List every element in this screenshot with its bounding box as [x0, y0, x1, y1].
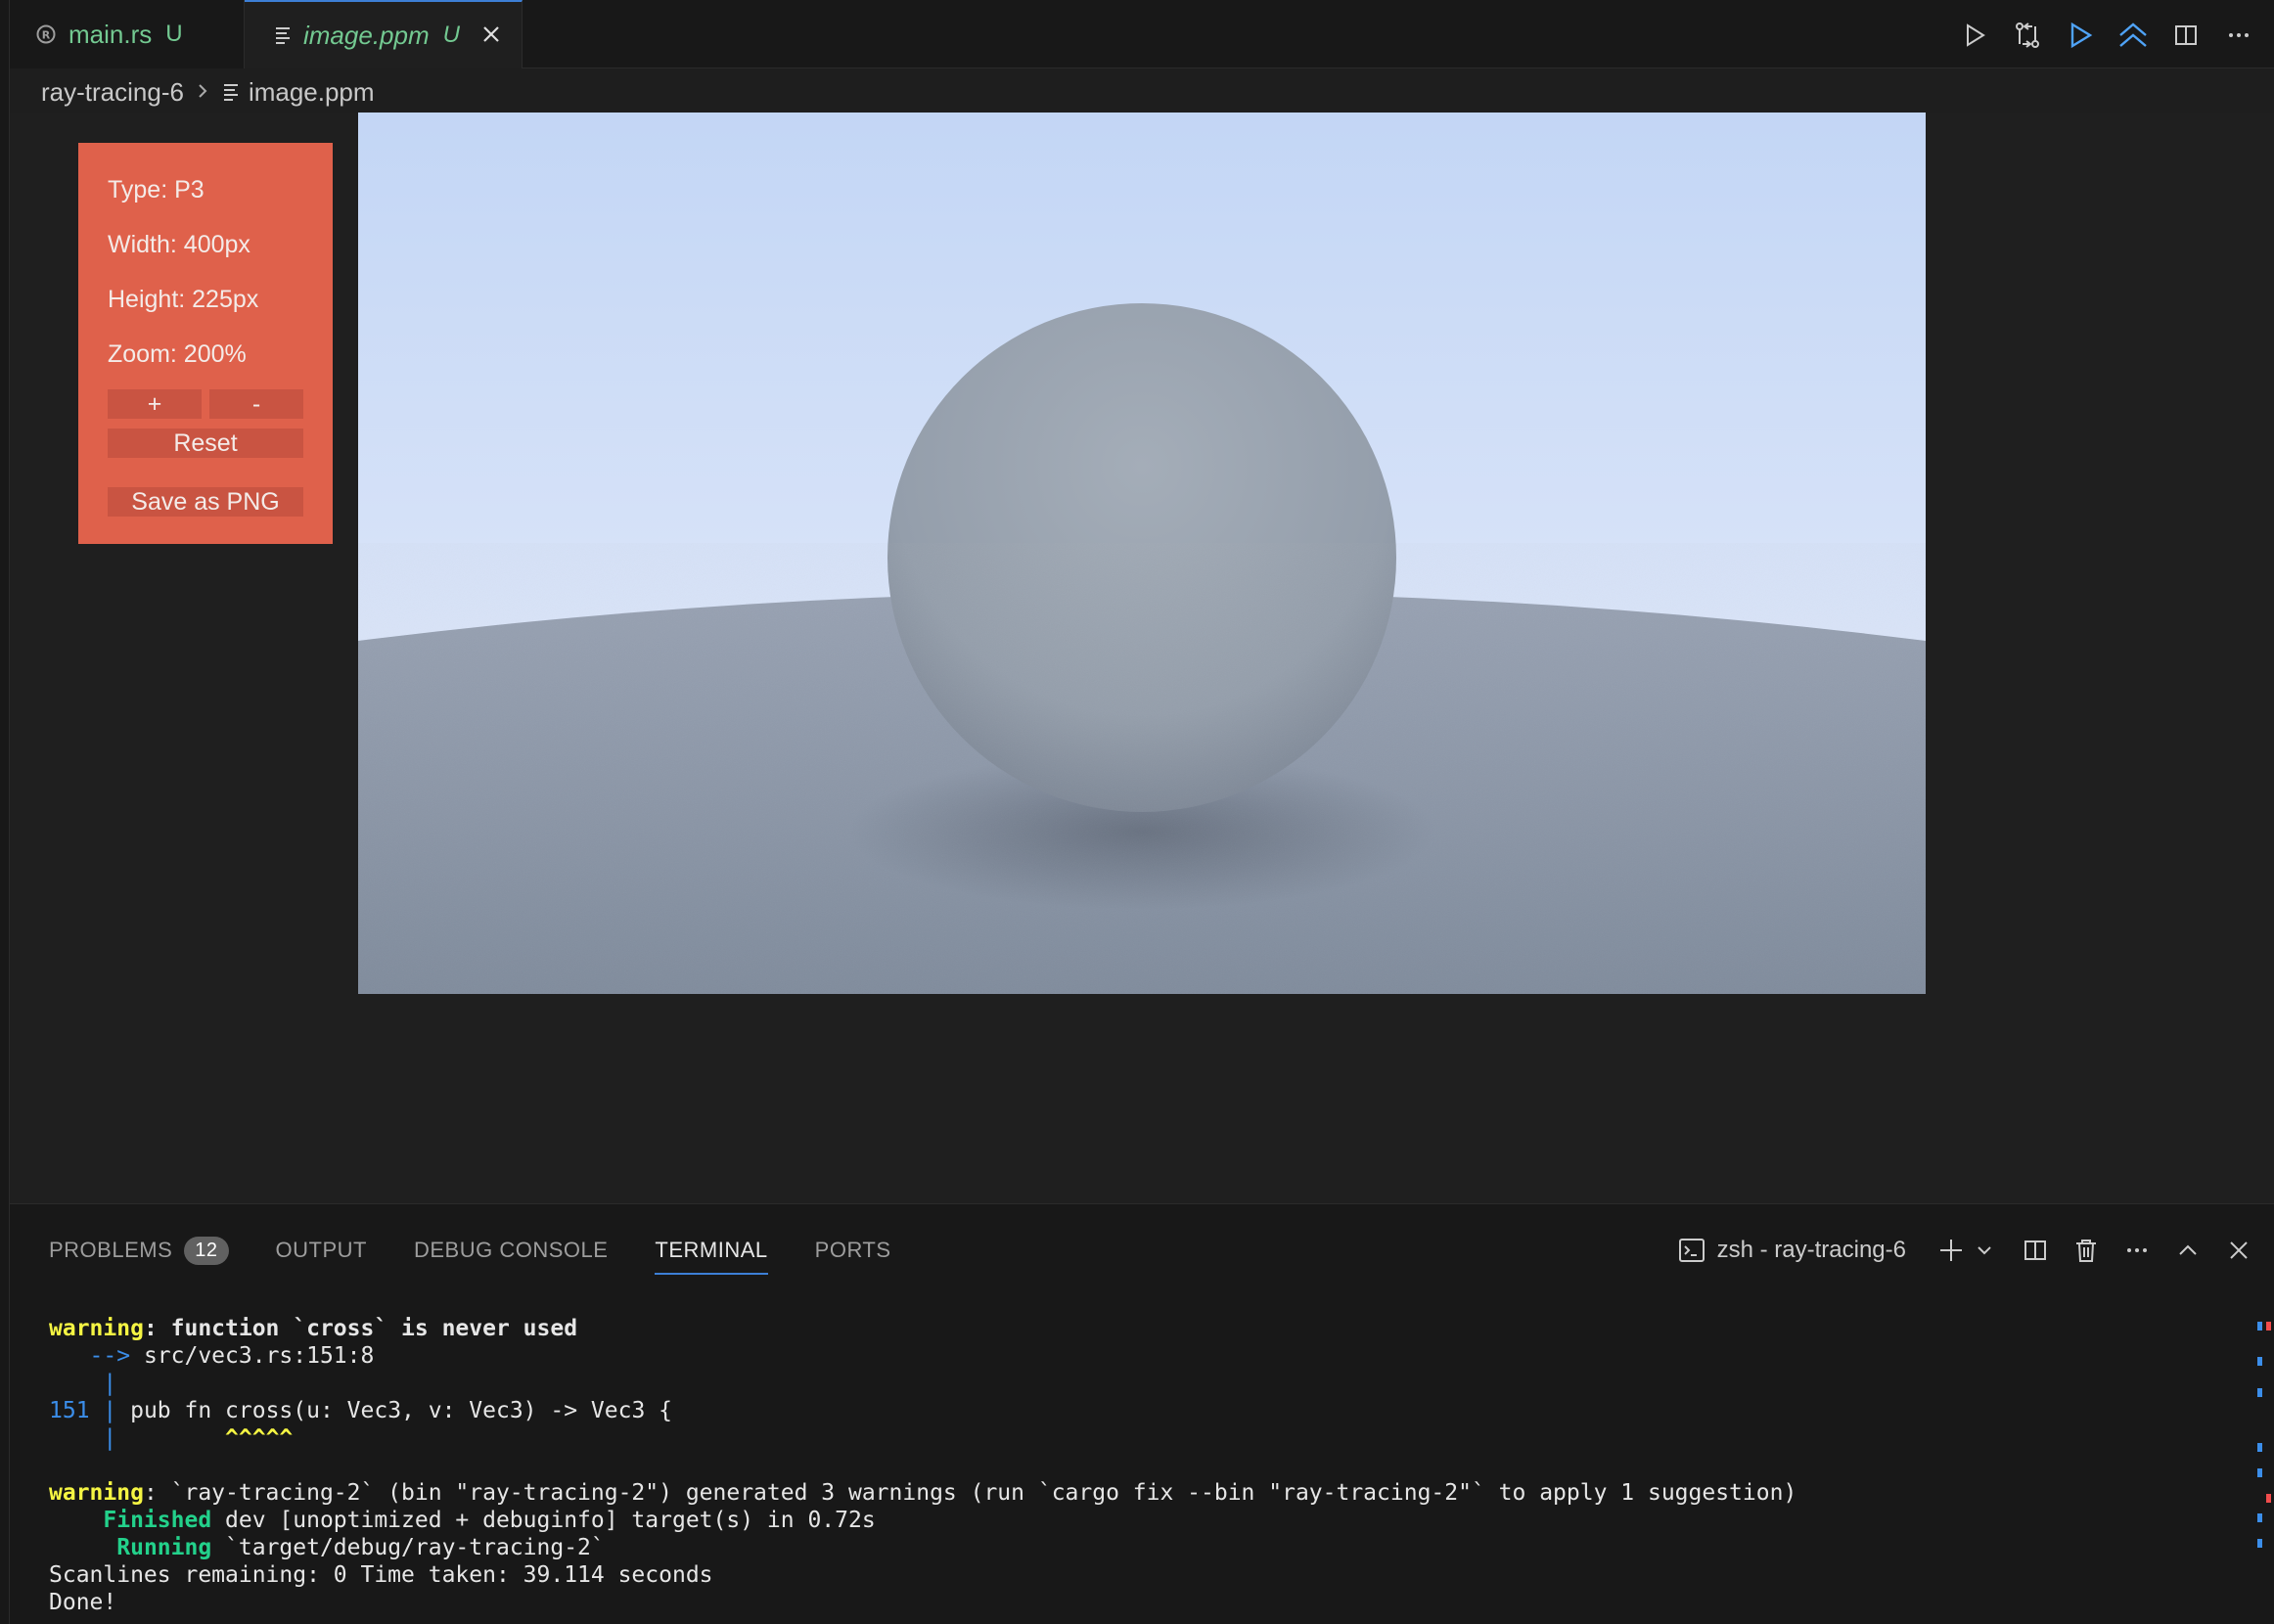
warning-label: warning: [49, 1480, 144, 1506]
terminal-line: | ^^^^^: [49, 1424, 1796, 1452]
reset-zoom-button[interactable]: Reset: [108, 429, 303, 458]
chevron-right-icon: [196, 77, 209, 108]
deploy-icon[interactable]: [2117, 20, 2149, 51]
terminal-line: |: [49, 1370, 1796, 1397]
panel-tabs: PROBLEMS 12 OUTPUT DEBUG CONSOLE TERMINA…: [49, 1226, 891, 1275]
line-number: 151: [49, 1398, 90, 1423]
tab-label: image.ppm: [303, 20, 430, 50]
gutter-bar: |: [89, 1398, 117, 1423]
tab-main-rs[interactable]: R main.rs U: [10, 0, 245, 68]
terminal-line: Running `target/debug/ray-tracing-2`: [49, 1534, 1796, 1561]
close-icon[interactable]: [481, 19, 501, 52]
warning-text: : function `cross` is never used: [143, 1316, 578, 1341]
rust-icon: R: [35, 23, 57, 45]
breadcrumb: ray-tracing-6 image.ppm: [41, 72, 375, 112]
breadcrumb-folder[interactable]: ray-tracing-6: [41, 77, 184, 108]
editor-tab-bar: R main.rs U image.ppm U: [0, 0, 2274, 68]
save-png-button[interactable]: Save as PNG: [108, 487, 303, 517]
activity-edge: [0, 0, 10, 1624]
gutter: |: [49, 1371, 117, 1396]
trash-icon[interactable]: [2070, 1235, 2102, 1266]
bottom-panel: PROBLEMS 12 OUTPUT DEBUG CONSOLE TERMINA…: [10, 1203, 2274, 1624]
chevron-down-icon[interactable]: [1969, 1235, 2000, 1266]
tab-problems[interactable]: PROBLEMS 12: [49, 1226, 229, 1275]
editor-actions: [1959, 14, 2254, 57]
terminal-output[interactable]: warning: function `cross` is never used …: [49, 1315, 1796, 1616]
run-icon[interactable]: [1959, 20, 1990, 51]
caret-spacing: [116, 1425, 225, 1451]
running-label: Running: [116, 1535, 212, 1560]
code-snippet: pub fn cross(u: Vec3, v: Vec3) -> Vec3 {: [116, 1398, 672, 1423]
close-icon[interactable]: [2223, 1235, 2254, 1266]
image-width: Width: 400px: [108, 230, 250, 258]
more-actions-icon[interactable]: [2121, 1235, 2153, 1266]
terminal-line: --> src/vec3.rs:151:8: [49, 1342, 1796, 1370]
tab-label: OUTPUT: [275, 1238, 367, 1262]
problems-count-badge: 12: [184, 1236, 229, 1265]
arrow-marker: -->: [49, 1343, 131, 1369]
terminal-name: zsh - ray-tracing-6: [1716, 1237, 1906, 1263]
more-actions-icon[interactable]: [2223, 20, 2254, 51]
running-text: `target/debug/ray-tracing-2`: [211, 1535, 605, 1560]
terminal-line: warning: function `cross` is never used: [49, 1315, 1796, 1342]
tab-label: PROBLEMS: [49, 1238, 173, 1262]
finished-label: Finished: [103, 1508, 212, 1533]
image-zoom: Zoom: 200%: [108, 339, 247, 368]
terminal-selector[interactable]: zsh - ray-tracing-6: [1676, 1235, 1906, 1266]
tab-label: DEBUG CONSOLE: [413, 1238, 609, 1262]
terminal-line: 151 | pub fn cross(u: Vec3, v: Vec3) -> …: [49, 1397, 1796, 1424]
plus-icon[interactable]: [1935, 1235, 1967, 1266]
tab-label: TERMINAL: [655, 1238, 768, 1262]
zoom-in-button[interactable]: +: [108, 389, 202, 419]
split-terminal-icon[interactable]: [2020, 1235, 2051, 1266]
tab-label: main.rs: [68, 19, 153, 49]
breadcrumb-file[interactable]: image.ppm: [249, 77, 375, 108]
finished-text: dev [unoptimized + debuginfo] target(s) …: [211, 1508, 876, 1533]
untracked-badge: U: [165, 21, 183, 47]
image-type: Type: P3: [108, 175, 205, 203]
terminal-line: Scanlines remaining: 0 Time taken: 39.11…: [49, 1562, 713, 1588]
tab-label: PORTS: [814, 1238, 891, 1262]
terminal-icon: [1676, 1235, 1707, 1266]
tab-ports[interactable]: PORTS: [815, 1226, 891, 1275]
split-editor-icon[interactable]: [2170, 20, 2202, 51]
debug-run-icon[interactable]: [2065, 20, 2096, 51]
scrollbar-overview[interactable]: [2254, 1322, 2274, 1615]
image-info-panel: Type: P3 Width: 400px Height: 225px Zoom…: [78, 143, 333, 544]
maximize-panel-icon[interactable]: [2172, 1235, 2204, 1266]
image-height: Height: 225px: [108, 285, 259, 313]
tab-debug-console[interactable]: DEBUG CONSOLE: [414, 1226, 608, 1275]
untracked-badge: U: [442, 22, 460, 48]
terminal-line: Finished dev [unoptimized + debuginfo] t…: [49, 1507, 1796, 1534]
file-lines-icon: [274, 25, 292, 45]
zoom-out-button[interactable]: -: [209, 389, 303, 419]
carets: ^^^^^: [225, 1425, 294, 1451]
file-lines-icon: [223, 83, 239, 101]
source-location: src/vec3.rs:151:8: [130, 1343, 375, 1369]
compare-changes-icon[interactable]: [2012, 20, 2043, 51]
tab-image-ppm[interactable]: image.ppm U: [245, 0, 523, 68]
terminal-line: Done!: [49, 1590, 117, 1615]
gutter: |: [49, 1425, 117, 1451]
tab-terminal[interactable]: TERMINAL: [655, 1226, 768, 1275]
rendered-image: [358, 113, 1926, 994]
tab-output[interactable]: OUTPUT: [276, 1226, 367, 1275]
terminal-toolbar: zsh - ray-tracing-6: [1676, 1226, 2254, 1275]
terminal-line: warning: `ray-tracing-2` (bin "ray-traci…: [49, 1479, 1796, 1507]
svg-text:R: R: [42, 29, 51, 42]
warning-text: : `ray-tracing-2` (bin "ray-tracing-2") …: [143, 1480, 1797, 1506]
warning-label: warning: [49, 1316, 144, 1341]
